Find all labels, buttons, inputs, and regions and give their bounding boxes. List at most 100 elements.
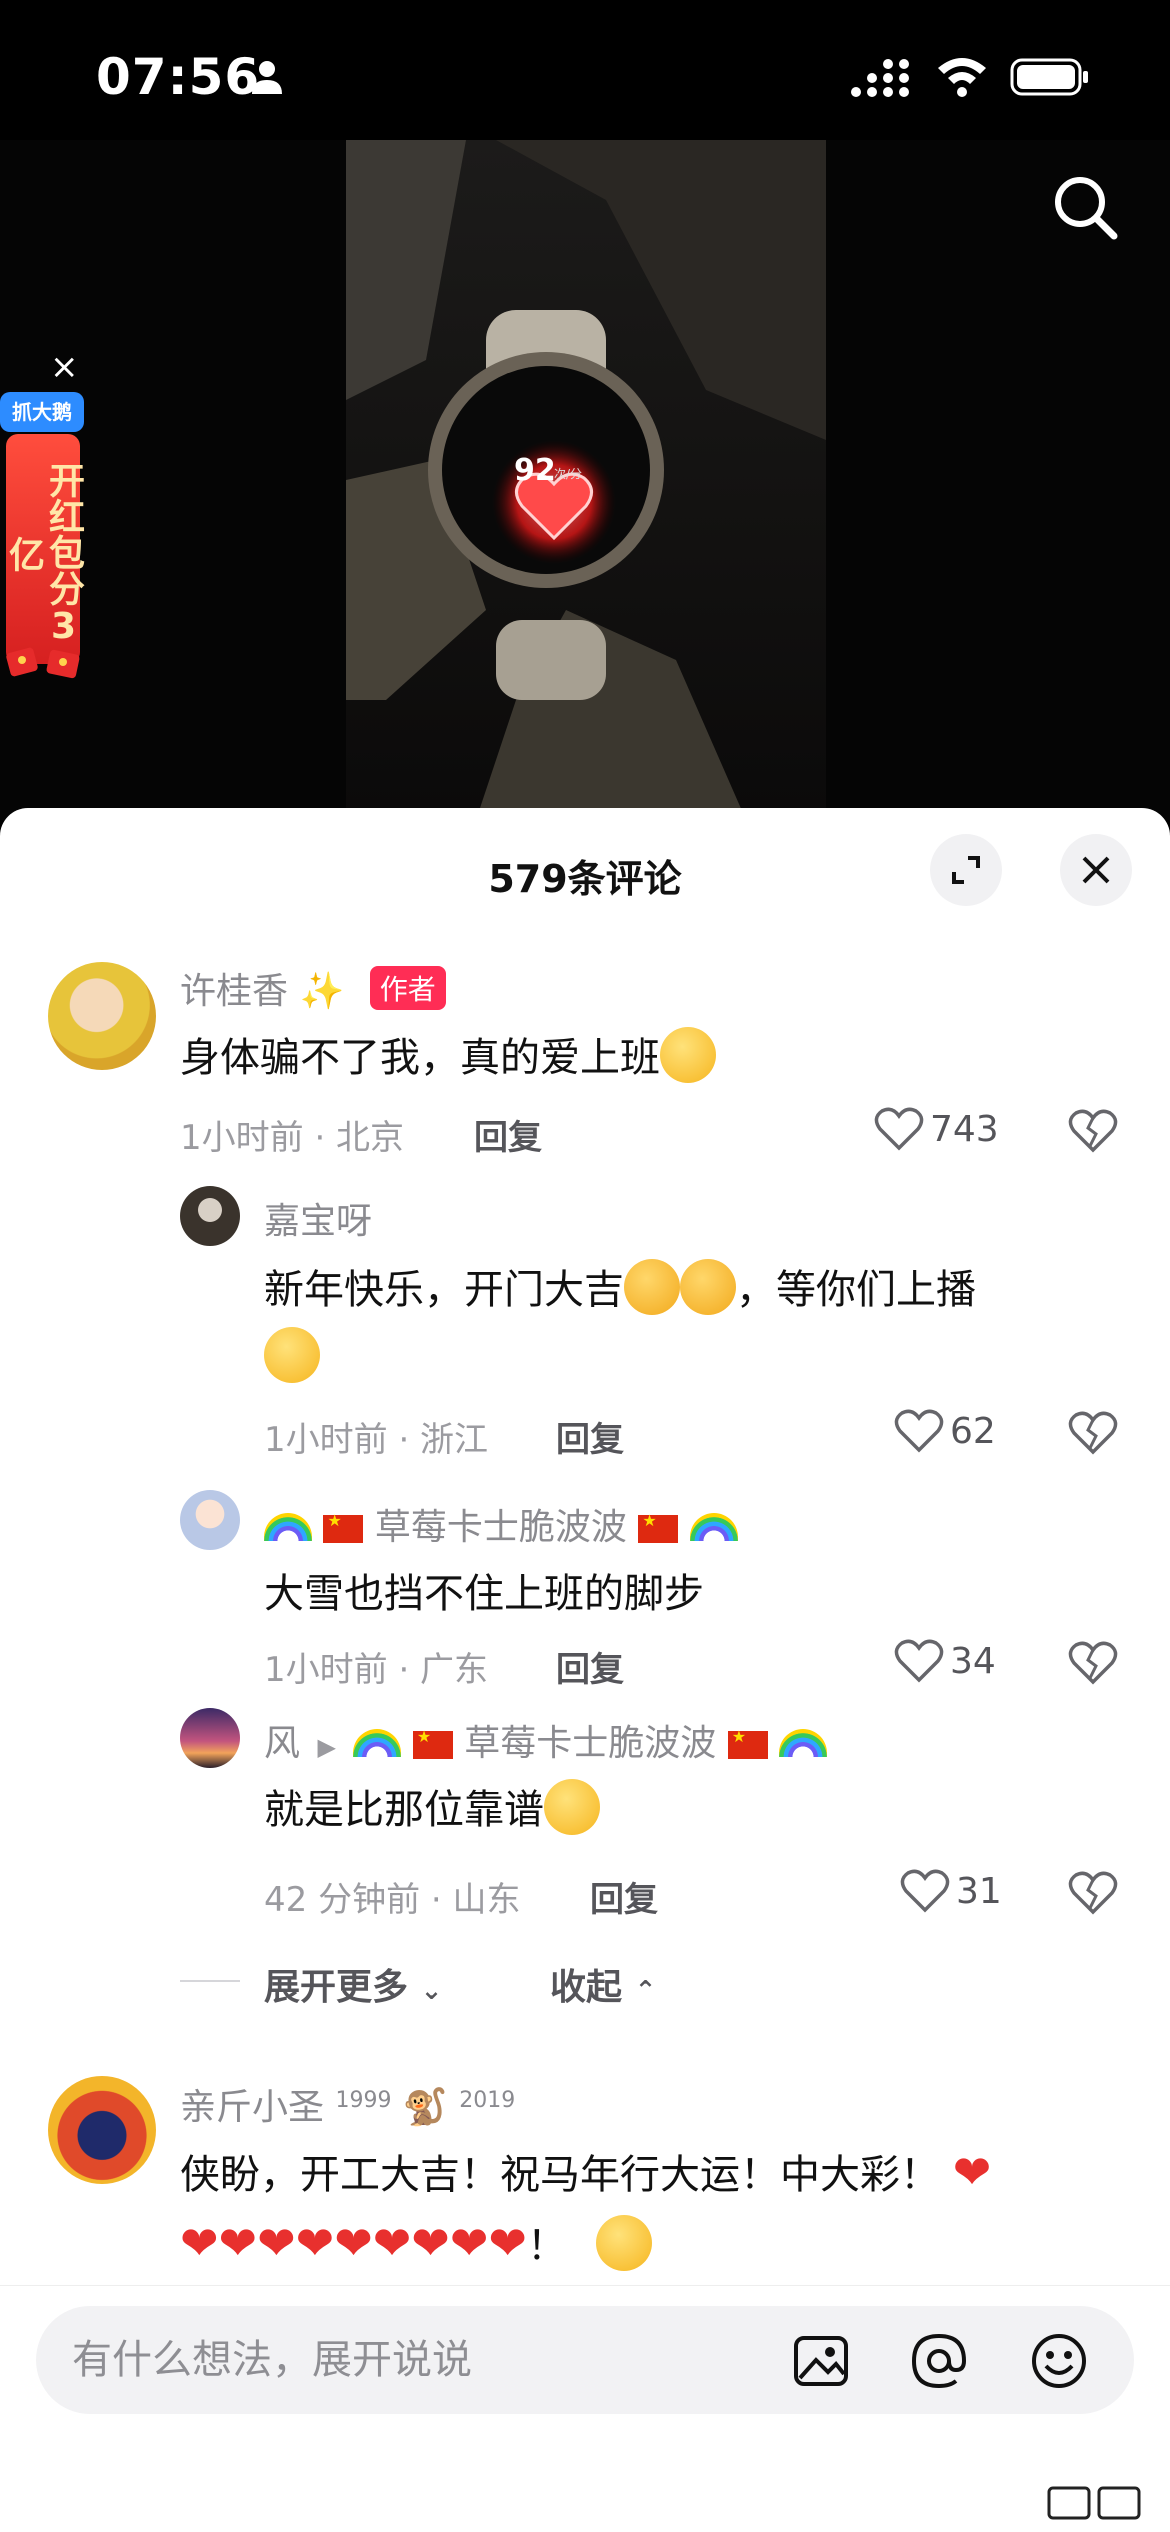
expand-more-label: 展开更多 — [264, 1967, 409, 2008]
ad-close-button[interactable]: × — [50, 350, 79, 384]
heart-rate-value: 92 — [514, 453, 556, 488]
username-text: 许桂香 — [180, 971, 289, 1012]
battery-icon — [1010, 58, 1088, 96]
ad-tag: 抓大鹅 — [0, 392, 84, 432]
red-envelope-icon — [6, 647, 80, 679]
china-flag-icon — [412, 1727, 453, 1759]
chevron-down-icon: ⌄ — [420, 1976, 443, 2006]
heart-outline-icon — [900, 1869, 950, 1913]
avatar[interactable] — [180, 1490, 240, 1550]
heart-emoji-icon: ❤ — [488, 2216, 527, 2270]
smartwatch-image: 92 次/分 — [346, 140, 826, 820]
sparkle-icon: ✨ — [299, 971, 345, 1012]
heart-emoji-icon: ❤ — [372, 2216, 412, 2270]
comment-username[interactable]: 风 ▶ 草莓卡士脆波波 — [264, 1714, 828, 1766]
broken-heart-icon[interactable] — [1068, 1640, 1118, 1686]
comment-input[interactable] — [72, 2330, 772, 2390]
reply-button[interactable]: 回复 — [556, 1642, 624, 1691]
comment-text-body: 新年快乐，开门大吉 — [264, 1267, 624, 1313]
china-flag-icon — [727, 1727, 768, 1759]
like-button[interactable]: 31 — [900, 1868, 1002, 1914]
close-button[interactable] — [1060, 834, 1132, 906]
grin-emoji-icon — [264, 1327, 320, 1383]
comment-meta: 1小时前 · 广东 — [264, 1650, 489, 1690]
comment-input-box[interactable] — [36, 2306, 1134, 2414]
comment-username[interactable]: 嘉宝呀 — [264, 1192, 372, 1244]
determined-emoji-icon — [595, 2215, 652, 2271]
comment-username[interactable]: 许桂香 ✨ 作者 — [180, 962, 446, 1014]
avatar[interactable] — [48, 2076, 156, 2184]
rainbow-icon — [353, 1729, 402, 1757]
wifi-icon — [938, 58, 986, 97]
image-icon[interactable] — [792, 2332, 850, 2390]
broken-heart-icon[interactable] — [1068, 1410, 1118, 1456]
person-icon — [252, 61, 282, 94]
expand-icon — [952, 856, 980, 884]
heart-emoji-icon: ❤ — [180, 2216, 219, 2270]
heart-emoji-icon: ❤ — [449, 2216, 489, 2270]
like-count: 31 — [956, 1870, 1002, 1912]
comment-username[interactable]: 亲斤小圣 1999 🐒 2019 — [180, 2078, 515, 2130]
collapse-button[interactable]: 收起 ⌃ — [550, 1958, 656, 2010]
heart-emoji-icon: ❤ — [257, 2216, 296, 2270]
comment-meta: 42 分钟前 · 山东 — [264, 1880, 521, 1920]
emoji-icon[interactable] — [1030, 2332, 1088, 2390]
status-time: 07:56 — [96, 48, 261, 106]
search-icon[interactable] — [1050, 172, 1120, 242]
like-button[interactable]: 62 — [894, 1408, 996, 1454]
collapse-label: 收起 — [550, 1967, 623, 2008]
like-count: 743 — [930, 1108, 999, 1150]
china-flag-icon — [638, 1511, 679, 1543]
rainbow-icon — [779, 1729, 828, 1757]
heart-emoji-icon: ❤ — [334, 2216, 373, 2270]
comment-username[interactable]: 草莓卡士脆波波 — [264, 1498, 738, 1550]
username-text: 风 — [264, 1723, 301, 1764]
username-text: 草莓卡士脆波波 — [374, 1507, 627, 1548]
rainbow-icon — [689, 1513, 738, 1541]
hug-emoji-icon — [680, 1259, 736, 1315]
badge-year: 2019 — [459, 2088, 516, 2113]
broken-heart-icon[interactable] — [1068, 1108, 1118, 1154]
reply-button[interactable]: 回复 — [474, 1110, 542, 1159]
at-mention-icon[interactable] — [910, 2332, 968, 2390]
app-switch-icon[interactable] — [1045, 2486, 1155, 2520]
expand-button[interactable] — [930, 834, 1002, 906]
comment-text[interactable]: 新年快乐，开门大吉 ，等你们上播 — [264, 1256, 1084, 1392]
like-button[interactable]: 743 — [874, 1106, 999, 1152]
heart-outline-icon — [894, 1409, 944, 1453]
comment-text-body: ！ — [526, 2223, 567, 2269]
reply-button[interactable]: 回复 — [590, 1872, 658, 1921]
heart-emoji-icon: ❤ — [952, 2145, 992, 2199]
avatar[interactable] — [180, 1708, 240, 1768]
status-bar: 07:56 — [0, 0, 1170, 150]
chevron-up-icon: ⌃ — [634, 1976, 657, 2006]
comment-text[interactable]: 侠盼，开工大吉！祝马年行大运！中大彩！ ❤ ❤❤❤❤❤❤❤❤❤！ — [180, 2138, 1120, 2280]
china-flag-icon — [323, 1511, 364, 1543]
comment-text[interactable]: 就是比那位靠谱 — [264, 1776, 600, 1844]
like-count: 62 — [950, 1410, 996, 1452]
avatar[interactable] — [48, 962, 156, 1070]
video-player[interactable]: 92 次/分 — [0, 140, 1170, 820]
comment-text[interactable]: 身体骗不了我，真的爱上班 — [180, 1024, 716, 1092]
thread-divider — [180, 1980, 240, 1982]
rainbow-icon — [264, 1513, 312, 1541]
video-frame: 92 次/分 — [346, 140, 826, 820]
avatar[interactable] — [180, 1186, 240, 1246]
comments-sheet: 579条评论 许桂香 ✨ 作者 身体骗不了我，真的爱上班 1小时前 · 北京 回… — [0, 808, 1170, 2532]
close-icon — [1082, 856, 1110, 884]
comment-meta: 1小时前 · 北京 — [180, 1118, 405, 1158]
red-packet-ad[interactable]: × 抓大鹅 开红包分3亿 — [0, 350, 90, 690]
reply-button[interactable]: 回复 — [556, 1412, 624, 1461]
author-badge: 作者 — [369, 966, 446, 1010]
blush-emoji-icon — [544, 1779, 600, 1835]
broken-heart-icon[interactable] — [1068, 1870, 1118, 1916]
like-button[interactable]: 34 — [894, 1638, 996, 1684]
heart-emoji-icon: ❤ — [218, 2216, 258, 2270]
heart-emoji-icon: ❤ — [295, 2216, 335, 2270]
comment-text[interactable]: 大雪也挡不住上班的脚步 — [264, 1560, 704, 1628]
signal-icon — [851, 59, 909, 97]
like-count: 34 — [950, 1640, 996, 1682]
reply-to-username: 草莓卡士脆波波 — [464, 1723, 717, 1764]
comment-text-body: 身体骗不了我，真的爱上班 — [180, 1035, 660, 1081]
expand-more-button[interactable]: 展开更多 ⌄ — [264, 1958, 442, 2010]
